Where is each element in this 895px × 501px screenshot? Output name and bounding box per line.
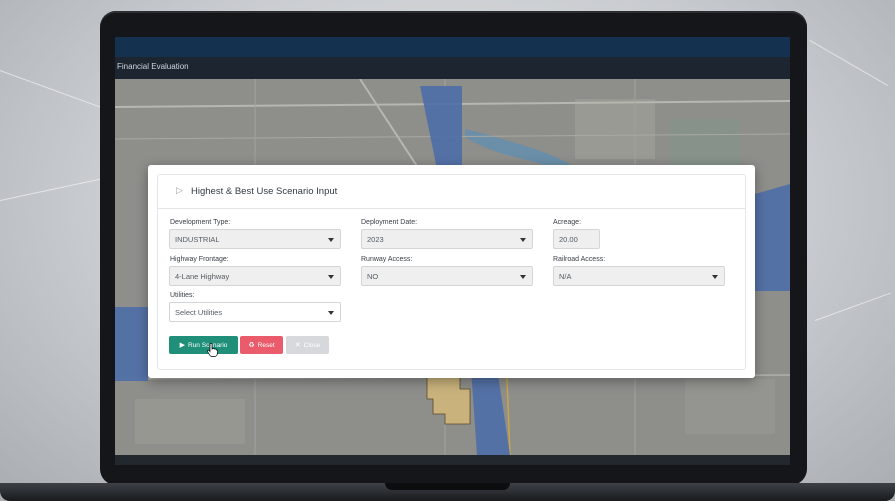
background-line (809, 40, 888, 86)
highway-frontage-select[interactable]: 4-Lane Highway (169, 266, 341, 286)
utilities-select[interactable]: Select Utilities (169, 302, 341, 322)
acreage-label: Acreage: (553, 219, 582, 226)
railroad-access-select[interactable]: N/A (553, 266, 725, 286)
laptop-notch (385, 483, 510, 490)
triangle-right-icon[interactable]: ▷ (176, 186, 183, 196)
map-zone-polygon[interactable] (115, 307, 148, 381)
chevron-down-icon (520, 275, 526, 279)
utilities-label: Utilities: (170, 292, 195, 299)
map-zone-polygon[interactable] (755, 184, 790, 291)
deployment-date-select[interactable]: 2023 (361, 229, 533, 249)
map-parcel (135, 399, 245, 444)
railroad-access-value: N/A (559, 272, 572, 281)
highway-frontage-label: Highway Frontage: (170, 256, 229, 263)
app-top-bar (115, 37, 790, 57)
runway-access-value: NO (367, 272, 379, 281)
run-scenario-button[interactable]: ▶ Run Scenario (169, 336, 238, 354)
close-button[interactable]: ✕ Close (286, 336, 329, 354)
reset-button[interactable]: ♻ Reset (240, 336, 283, 354)
runway-access-label: Runway Access: (361, 256, 413, 263)
acreage-value: 20.00 (559, 235, 578, 244)
close-icon: ✕ (294, 341, 301, 349)
map-parcel (685, 379, 775, 434)
nav-title[interactable]: Financial Evaluation (117, 62, 189, 71)
railroad-access-label: Railroad Access: (553, 256, 606, 263)
chevron-down-icon (328, 275, 334, 279)
chevron-down-icon (328, 311, 334, 315)
chevron-down-icon (712, 275, 718, 279)
nav-bar: Financial Evaluation (115, 57, 790, 79)
hand-pointer-icon (207, 343, 218, 357)
chevron-down-icon (328, 238, 334, 242)
deployment-date-label: Deployment Date: (361, 219, 418, 226)
development-type-label: Development Type: (170, 219, 231, 226)
utilities-placeholder: Select Utilities (175, 308, 223, 317)
development-type-value: INDUSTRIAL (175, 235, 220, 244)
runway-access-select[interactable]: NO (361, 266, 533, 286)
highway-frontage-value: 4-Lane Highway (175, 272, 230, 281)
chevron-down-icon (520, 238, 526, 242)
background-line (815, 292, 891, 321)
card-header[interactable]: ▷ Highest & Best Use Scenario Input (158, 175, 745, 209)
development-type-select[interactable]: INDUSTRIAL (169, 229, 341, 249)
reset-label: Reset (257, 341, 275, 349)
play-icon: ▶ (179, 341, 185, 349)
close-label: Close (303, 341, 321, 349)
deployment-date-value: 2023 (367, 235, 384, 244)
acreage-input[interactable]: 20.00 (553, 229, 600, 249)
modal-title: Highest & Best Use Scenario Input (191, 186, 338, 197)
map-parcel (575, 99, 655, 159)
recycle-icon: ♻ (248, 341, 255, 349)
screen-bottom-bar (115, 455, 790, 465)
